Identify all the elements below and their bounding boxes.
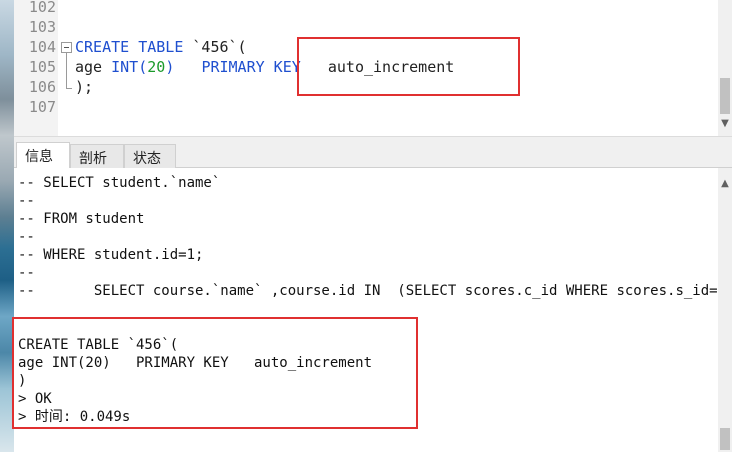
output-line: -- [18, 193, 35, 209]
highlight-box-output [12, 317, 418, 429]
output-line: -- [18, 229, 35, 245]
paren-token: ) [165, 58, 175, 76]
sql-editor[interactable]: 102 103 104 105 106 107 CREATE TABLE `45… [14, 0, 732, 136]
line-number: 106 [28, 78, 56, 96]
line-number: 104 [28, 38, 56, 56]
output-line: -- SELECT course.`name` ,course.id IN (S… [18, 283, 732, 299]
fold-end-marker [66, 88, 72, 89]
tab-status[interactable]: 状态 [124, 144, 176, 168]
editor-scroll-thumb[interactable] [720, 78, 730, 114]
keyword-primary-key: PRIMARY KEY [201, 58, 301, 76]
output-scroll-thumb[interactable] [720, 428, 730, 450]
line-number: 107 [28, 98, 56, 116]
output-line: -- SELECT student.`name` [18, 175, 221, 191]
editor-vertical-scrollbar[interactable]: ▼ [718, 0, 732, 136]
line-number: 102 [28, 0, 56, 16]
output-line: -- WHERE student.id=1; [18, 247, 204, 263]
column-name-token: age [75, 58, 112, 76]
code-line-106[interactable]: ); [75, 77, 93, 97]
result-tab-bar: 信息 剖析 状态 [14, 142, 732, 168]
line-number-gutter: 102 103 104 105 106 107 [14, 0, 58, 136]
highlight-box-editor [297, 37, 520, 96]
fold-collapse-icon[interactable] [61, 42, 72, 53]
type-token: INT( [111, 58, 148, 76]
output-line: -- FROM student [18, 211, 145, 227]
number-token: 20 [147, 58, 166, 76]
tab-info[interactable]: 信息 [16, 142, 70, 168]
fold-guide-line [66, 53, 67, 88]
line-number: 105 [28, 58, 56, 76]
output-vertical-scrollbar[interactable]: ▲ [718, 168, 732, 452]
message-output-panel[interactable]: -- SELECT student.`name` -- -- FROM stud… [12, 168, 732, 452]
output-line: -- [18, 265, 35, 281]
code-line-104[interactable]: CREATE TABLE `456`( [75, 37, 247, 57]
table-name-token: `456`( [183, 38, 247, 56]
scroll-up-arrow-icon[interactable]: ▲ [718, 178, 732, 189]
keyword-create-table: CREATE TABLE [75, 38, 184, 56]
scroll-down-arrow-icon[interactable]: ▼ [718, 118, 732, 129]
tab-profile[interactable]: 剖析 [70, 144, 124, 168]
line-number: 103 [28, 18, 56, 36]
